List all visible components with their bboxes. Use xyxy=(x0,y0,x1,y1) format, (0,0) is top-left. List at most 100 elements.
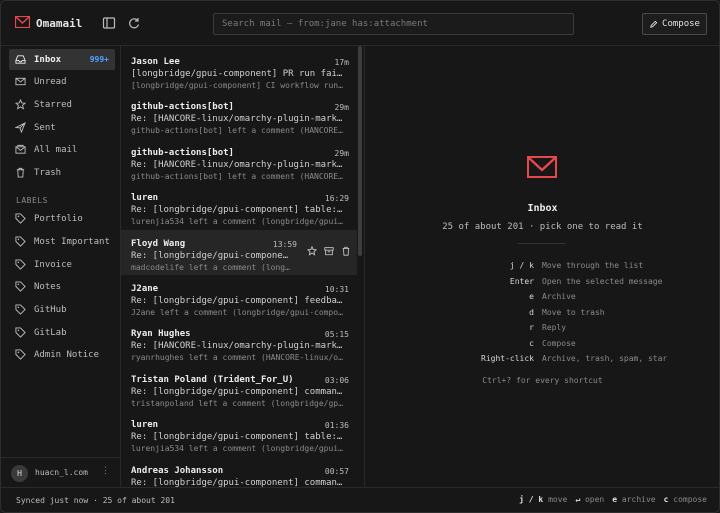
sidebar-item-inbox[interactable]: Inbox 999+ xyxy=(9,49,115,70)
shortcut-row: j / k Move through the list xyxy=(366,261,719,273)
pencil-icon xyxy=(650,20,658,28)
label-item-most-important[interactable]: Most Important xyxy=(9,231,115,252)
shortcut-key: d xyxy=(529,308,534,317)
label-item-portfolio[interactable]: Portfolio xyxy=(9,208,115,229)
message-subject: Re: [HANCORE-linux/omarchy-plugin-market… xyxy=(131,160,347,170)
account-switcher[interactable]: H huacn_l.com ⋮ xyxy=(1,457,120,487)
star-icon[interactable] xyxy=(307,246,317,256)
account-name: huacn_l.com xyxy=(35,468,88,477)
message-time: 17m xyxy=(334,58,349,67)
message-row[interactable]: Tristan Poland (Trident_For_U) 03:06 Re:… xyxy=(121,366,357,411)
message-row[interactable]: J2ane 10:31 Re: [longbridge/gpui-compone… xyxy=(121,275,357,320)
shortcut-row: d Move to trash xyxy=(366,308,719,320)
message-sender: luren xyxy=(131,193,159,203)
refresh-icon[interactable] xyxy=(127,16,141,30)
empty-state-title: Inbox xyxy=(527,203,558,214)
more-options-icon[interactable]: ⋮ xyxy=(101,466,110,476)
send-icon xyxy=(15,122,26,133)
sidebar-item-all-mail[interactable]: All mail xyxy=(9,139,115,160)
tag-icon xyxy=(15,304,26,315)
message-preview: github-actions[bot] left a comment (HANC… xyxy=(131,172,347,181)
shortcut-row: c Compose xyxy=(366,339,719,351)
envelope-icon xyxy=(15,77,26,86)
shortcut-key: c xyxy=(529,339,534,348)
tag-icon xyxy=(15,281,26,292)
message-row[interactable]: luren 16:29 Re: [longbridge/gpui-compone… xyxy=(121,184,357,229)
empty-state-subtitle: 25 of about 201 · pick one to read it xyxy=(442,222,643,232)
message-sender: github-actions[bot] xyxy=(131,148,234,158)
tag-icon xyxy=(15,327,26,338)
message-subject: Re: [longbridge/gpui-component] command:… xyxy=(131,387,347,397)
message-list: Jason Lee 17m [longbridge/gpui-component… xyxy=(121,46,365,487)
message-sender: Ryan Hughes xyxy=(131,329,191,339)
message-preview: tristanpoland left a comment (longbridge… xyxy=(131,399,347,408)
message-time: 00:57 xyxy=(324,467,349,476)
message-preview: J2ane left a comment (longbridge/gpui-co… xyxy=(131,308,347,317)
top-bar: Omamail Search mail — from:jane has:atta… xyxy=(1,1,719,46)
trash-icon[interactable] xyxy=(341,246,351,256)
message-row[interactable]: luren 01:36 Re: [longbridge/gpui-compone… xyxy=(121,411,357,456)
message-row[interactable]: Ryan Hughes 05:15 Re: [HANCORE-linux/oma… xyxy=(121,320,357,365)
shortcut-footnote: Ctrl+? for every shortcut xyxy=(482,376,603,385)
tag-icon xyxy=(15,259,26,270)
shortcut-row: r Reply xyxy=(366,323,719,335)
row-actions xyxy=(307,246,351,256)
message-time: 01:36 xyxy=(324,421,349,430)
label-item-admin-notice[interactable]: Admin Notice xyxy=(9,344,115,365)
message-time: 05:15 xyxy=(324,330,349,339)
sidebar-item-label: Unread xyxy=(34,76,67,87)
message-time: 03:06 xyxy=(324,376,349,385)
sidebar-item-label: Inbox xyxy=(34,54,62,65)
label-item-gitlab[interactable]: GitLab xyxy=(9,322,115,343)
unread-count-badge: 999+ xyxy=(89,55,109,64)
shortcut-desc: Reply xyxy=(542,323,567,332)
message-time: 16:29 xyxy=(324,194,349,203)
label-item-label: GitLab xyxy=(34,327,67,338)
keyboard-hints: j / k move ↵ open e archive c compose xyxy=(519,495,707,504)
mail-stack-icon xyxy=(15,144,26,154)
shortcut-key: j / k xyxy=(509,261,534,270)
shortcut-key: r xyxy=(529,323,534,332)
sidebar-item-label: Starred xyxy=(34,99,72,110)
shortcut-desc: Open the selected message xyxy=(542,277,663,286)
sidebar-toggle-icon[interactable] xyxy=(102,16,116,30)
tag-icon xyxy=(15,349,26,360)
shortcut-row: Enter Open the selected message xyxy=(366,277,719,289)
message-time: 29m xyxy=(334,103,349,112)
shortcut-key: Right-click xyxy=(481,354,534,363)
archive-icon[interactable] xyxy=(324,246,334,256)
message-subject: Re: [HANCORE-linux/omarchy-plugin-market… xyxy=(131,114,347,124)
label-item-label: Invoice xyxy=(34,259,72,270)
label-item-notes[interactable]: Notes xyxy=(9,276,115,297)
sync-status: Synced just now · 25 of about 201 xyxy=(16,496,175,505)
message-row[interactable]: Floyd Wang 13:59 Re: [longbridge/gpui-co… xyxy=(121,230,357,275)
list-scrollbar[interactable] xyxy=(358,46,362,256)
sidebar-item-trash[interactable]: Trash xyxy=(9,162,115,183)
mail-logo-icon xyxy=(527,156,557,178)
sidebar-item-unread[interactable]: Unread xyxy=(9,71,115,92)
message-preview: madcodelife left a comment (longbr... xyxy=(131,263,293,272)
compose-button[interactable]: Compose xyxy=(642,13,707,35)
message-row[interactable]: Jason Lee 17m [longbridge/gpui-component… xyxy=(121,48,357,93)
labels-heading: LABELS xyxy=(16,196,48,205)
sidebar-item-label: Trash xyxy=(34,167,62,178)
message-sender: luren xyxy=(131,420,159,430)
shortcut-desc: Archive, trash, spam, star xyxy=(542,354,668,363)
app-window: Omamail Search mail — from:jane has:atta… xyxy=(0,0,720,513)
message-preview: github-actions[bot] left a comment (HANC… xyxy=(131,126,347,135)
label-item-github[interactable]: GitHub xyxy=(9,299,115,320)
message-subject: [longbridge/gpui-component] PR run faile… xyxy=(131,69,347,79)
tag-icon xyxy=(15,213,26,224)
message-row[interactable]: Andreas Johansson 00:57 Re: [longbridge/… xyxy=(121,457,357,487)
message-row[interactable]: github-actions[bot] 29m Re: [HANCORE-lin… xyxy=(121,93,357,138)
message-time: 10:31 xyxy=(324,285,349,294)
sidebar-item-sent[interactable]: Sent xyxy=(9,117,115,138)
shortcut-desc: Compose xyxy=(542,339,576,348)
message-sender: Tristan Poland (Trident_For_U) xyxy=(131,375,294,385)
hint-open: ↵ open xyxy=(575,495,605,504)
label-item-invoice[interactable]: Invoice xyxy=(9,254,115,275)
trash-icon xyxy=(16,167,25,178)
message-row[interactable]: github-actions[bot] 29m Re: [HANCORE-lin… xyxy=(121,139,357,184)
sidebar-item-starred[interactable]: Starred xyxy=(9,94,115,115)
search-input[interactable]: Search mail — from:jane has:attachment xyxy=(213,13,574,35)
